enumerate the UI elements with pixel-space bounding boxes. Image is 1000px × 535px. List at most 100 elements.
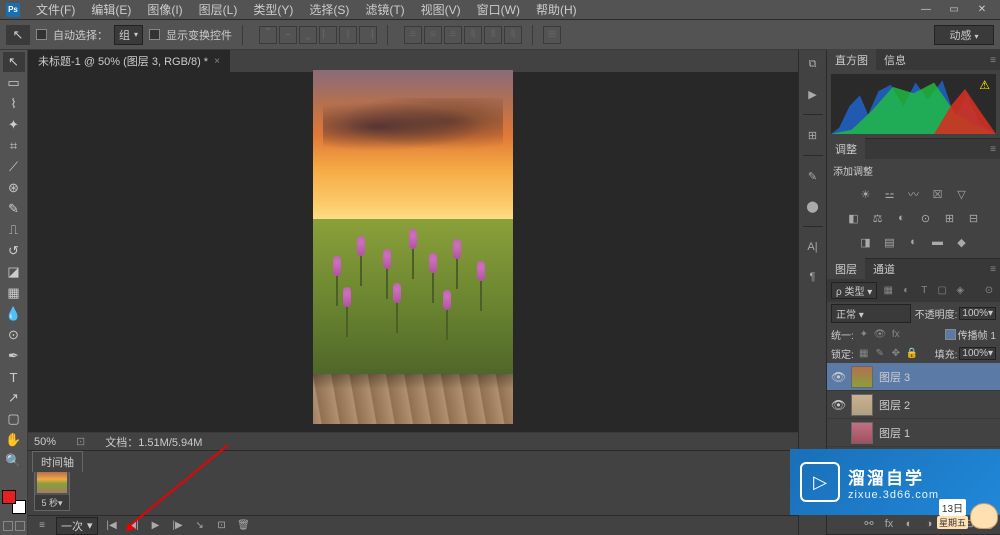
move-tool[interactable]: ↖ [3, 52, 25, 72]
dist-2-icon[interactable]: ≡ [424, 26, 442, 44]
dist-6-icon[interactable]: ⦀ [504, 26, 522, 44]
tab-info[interactable]: 信息 [876, 49, 914, 71]
dist-5-icon[interactable]: ⦀ [484, 26, 502, 44]
blur-tool[interactable]: 💧 [3, 304, 25, 324]
tab-layers[interactable]: 图层 [827, 258, 865, 280]
exposure-icon[interactable]: ☒ [929, 186, 947, 202]
styles-panel-icon[interactable]: ⬤ [803, 196, 823, 216]
workspace-selector[interactable]: 动感 ▾ [934, 25, 994, 45]
tab-channels[interactable]: 通道 [865, 258, 903, 280]
duplicate-frame-icon[interactable]: ⊡ [214, 519, 230, 533]
filter-shape-icon[interactable]: ▢ [935, 284, 949, 298]
lookup-icon[interactable]: ⊟ [965, 210, 983, 226]
menu-image[interactable]: 图像(I) [139, 0, 190, 20]
posterize-icon[interactable]: ▤ [881, 234, 899, 250]
history-brush-tool[interactable]: ↺ [3, 241, 25, 261]
brushes-panel-icon[interactable]: ✎ [803, 166, 823, 186]
zoom-level[interactable]: 50% [34, 436, 56, 448]
tween-icon[interactable]: ↘ [192, 519, 208, 533]
selective-icon[interactable]: ◆ [953, 234, 971, 250]
wand-tool[interactable]: ✦ [3, 115, 25, 135]
timeline-tab[interactable]: 时间轴 [32, 451, 83, 472]
path-select-tool[interactable]: ↗ [3, 388, 25, 408]
lock-position-icon[interactable]: ✥ [890, 348, 902, 360]
filter-pixel-icon[interactable]: ▦ [881, 284, 895, 298]
layer-fx-icon[interactable]: fx [882, 517, 896, 531]
filter-toggle-icon[interactable]: ⊙ [982, 284, 996, 298]
eyedropper-tool[interactable]: ⟋ [3, 157, 25, 177]
auto-select-checkbox[interactable] [36, 29, 47, 40]
history-panel-icon[interactable]: ⧉ [803, 54, 823, 74]
shape-tool[interactable]: ▢ [3, 409, 25, 429]
filter-smart-icon[interactable]: ◈ [953, 284, 967, 298]
brightness-icon[interactable]: ☀ [857, 186, 875, 202]
pen-tool[interactable]: ✒ [3, 346, 25, 366]
close-tab-icon[interactable]: × [214, 56, 220, 67]
propagate-checkbox[interactable] [945, 329, 956, 340]
lock-pixels-icon[interactable]: ✎ [874, 348, 886, 360]
next-frame-icon[interactable]: |▶ [170, 519, 186, 533]
first-frame-icon[interactable]: |◀ [104, 519, 120, 533]
hand-tool[interactable]: ✋ [3, 430, 25, 450]
hue-icon[interactable]: ◧ [845, 210, 863, 226]
character-panel-icon[interactable]: A| [803, 237, 823, 257]
swatches-panel-icon[interactable]: ⊞ [803, 125, 823, 145]
color-swatches[interactable] [2, 490, 26, 514]
close-button[interactable]: ✕ [970, 3, 994, 17]
align-left-icon[interactable]: ⎸ [319, 26, 337, 44]
threshold-icon[interactable]: ◐ [905, 234, 923, 250]
layer-filter-type[interactable]: ρ 类型 ▾ [831, 282, 877, 299]
invert-icon[interactable]: ◨ [857, 234, 875, 250]
fill-value[interactable]: 100%▾ [959, 347, 996, 360]
align-right-icon[interactable]: ⎹ [359, 26, 377, 44]
prev-frame-icon[interactable]: ◀| [126, 519, 142, 533]
layer-row[interactable]: 图层 1 [827, 419, 1000, 447]
menu-select[interactable]: 选择(S) [301, 0, 357, 20]
panel-menu-icon[interactable]: ≡ [986, 144, 1000, 155]
auto-select-target[interactable]: 组 ▾ [114, 25, 143, 45]
menu-type[interactable]: 类型(Y) [245, 0, 301, 20]
timeline-menu-icon[interactable]: ≡ [34, 519, 50, 533]
menu-file[interactable]: 文件(F) [28, 0, 83, 20]
minimize-button[interactable]: — [914, 3, 938, 17]
crop-tool[interactable]: ⌗ [3, 136, 25, 156]
quickmask-icon[interactable] [3, 521, 13, 531]
dist-1-icon[interactable]: ≡ [404, 26, 422, 44]
gradmap-icon[interactable]: ▬ [929, 234, 947, 250]
canvas[interactable] [313, 70, 513, 424]
marquee-tool[interactable]: ▭ [3, 73, 25, 93]
document-tab[interactable]: 未标题-1 @ 50% (图层 3, RGB/8) * × [28, 49, 230, 72]
tab-adjustments[interactable]: 调整 [827, 138, 865, 160]
menu-layer[interactable]: 图层(L) [191, 0, 246, 20]
dodge-tool[interactable]: ⊙ [3, 325, 25, 345]
mixer-icon[interactable]: ⊞ [941, 210, 959, 226]
loop-selector[interactable]: 一次 ▾ [56, 517, 98, 535]
unify-position-icon[interactable]: ✦ [858, 329, 870, 341]
layer-row[interactable]: 👁 图层 3 [827, 363, 1000, 391]
brush-tool[interactable]: ✎ [3, 199, 25, 219]
lock-transparent-icon[interactable]: ▦ [858, 348, 870, 360]
layer-mask-icon[interactable]: ◐ [902, 517, 916, 531]
paragraph-panel-icon[interactable]: ¶ [803, 267, 823, 287]
menu-help[interactable]: 帮助(H) [528, 0, 585, 20]
menu-edit[interactable]: 编辑(E) [83, 0, 139, 20]
foreground-color[interactable] [2, 490, 16, 504]
align-bottom-icon[interactable]: ⎵ [299, 26, 317, 44]
align-vcenter-icon[interactable]: ⎯ [279, 26, 297, 44]
show-transform-checkbox[interactable] [149, 29, 160, 40]
visibility-icon[interactable]: 👁 [831, 398, 845, 412]
dist-3-icon[interactable]: ≡ [444, 26, 462, 44]
lasso-tool[interactable]: ⌇ [3, 94, 25, 114]
blend-mode-selector[interactable]: 正常 ▾ [831, 304, 911, 323]
menu-view[interactable]: 视图(V) [413, 0, 469, 20]
menu-window[interactable]: 窗口(W) [469, 0, 528, 20]
vibrance-icon[interactable]: ▽ [953, 186, 971, 202]
play-icon[interactable]: ▶ [148, 519, 164, 533]
panel-menu-icon[interactable]: ≡ [986, 264, 1000, 275]
actions-panel-icon[interactable]: ▶ [803, 84, 823, 104]
lock-all-icon[interactable]: 🔒 [906, 348, 918, 360]
curves-icon[interactable]: 〰 [905, 186, 923, 202]
align-top-icon[interactable]: ⎴ [259, 26, 277, 44]
eraser-tool[interactable]: ◪ [3, 262, 25, 282]
maximize-button[interactable]: ▭ [942, 3, 966, 17]
